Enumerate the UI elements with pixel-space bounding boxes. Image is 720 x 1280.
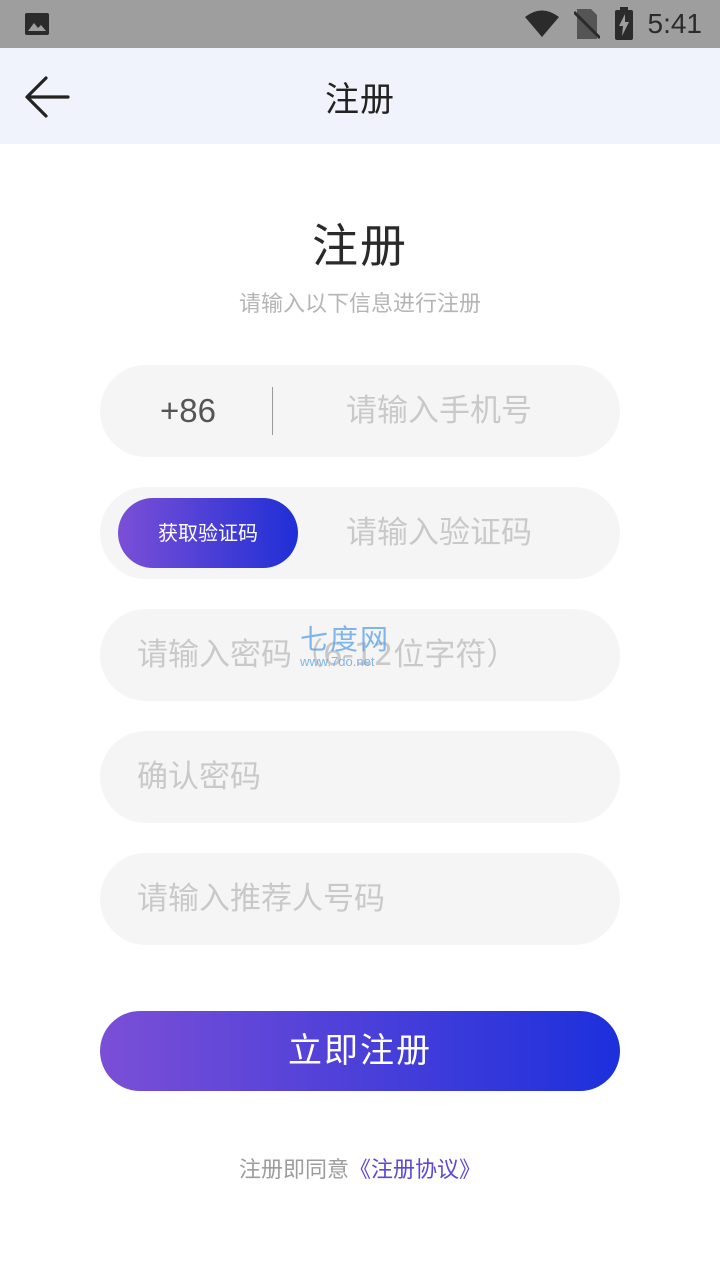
agreement-line: 注册即同意《注册协议》	[0, 1152, 720, 1184]
verification-code-field[interactable]: 获取验证码 请输入验证码	[100, 487, 620, 579]
referrer-field[interactable]: 请输入推荐人号码	[100, 853, 620, 945]
no-sim-icon	[573, 9, 600, 40]
app-bar-title: 注册	[325, 80, 395, 120]
confirm-password-field[interactable]: 确认密码	[100, 731, 620, 823]
page-title: 注册	[312, 219, 408, 273]
referrer-placeholder[interactable]: 请输入推荐人号码	[137, 853, 385, 945]
password-placeholder[interactable]: 请输入密码（6-12位字符）	[137, 609, 517, 701]
country-code-prefix[interactable]: +86	[160, 365, 260, 457]
register-button[interactable]: 立即注册	[100, 1011, 620, 1091]
image-icon	[25, 13, 49, 35]
code-placeholder[interactable]: 请输入验证码	[346, 487, 532, 579]
phone-placeholder[interactable]: 请输入手机号	[346, 365, 532, 457]
get-code-button[interactable]: 获取验证码	[118, 498, 298, 568]
page-subtitle: 请输入以下信息进行注册	[238, 292, 481, 317]
app-bar: 注册	[0, 48, 720, 144]
phone-divider	[272, 387, 273, 435]
confirm-password-placeholder[interactable]: 确认密码	[137, 731, 261, 823]
status-time: 5:41	[647, 8, 703, 39]
password-field[interactable]: 请输入密码（6-12位字符）	[100, 609, 620, 701]
agreement-text: 注册即同意	[238, 1158, 349, 1183]
battery-charging-icon	[614, 7, 633, 40]
agreement-link[interactable]: 《注册协议》	[349, 1158, 481, 1183]
phone-field[interactable]: +86 请输入手机号	[100, 365, 620, 457]
wifi-icon	[524, 10, 559, 37]
status-bar: 5:41	[0, 0, 720, 48]
